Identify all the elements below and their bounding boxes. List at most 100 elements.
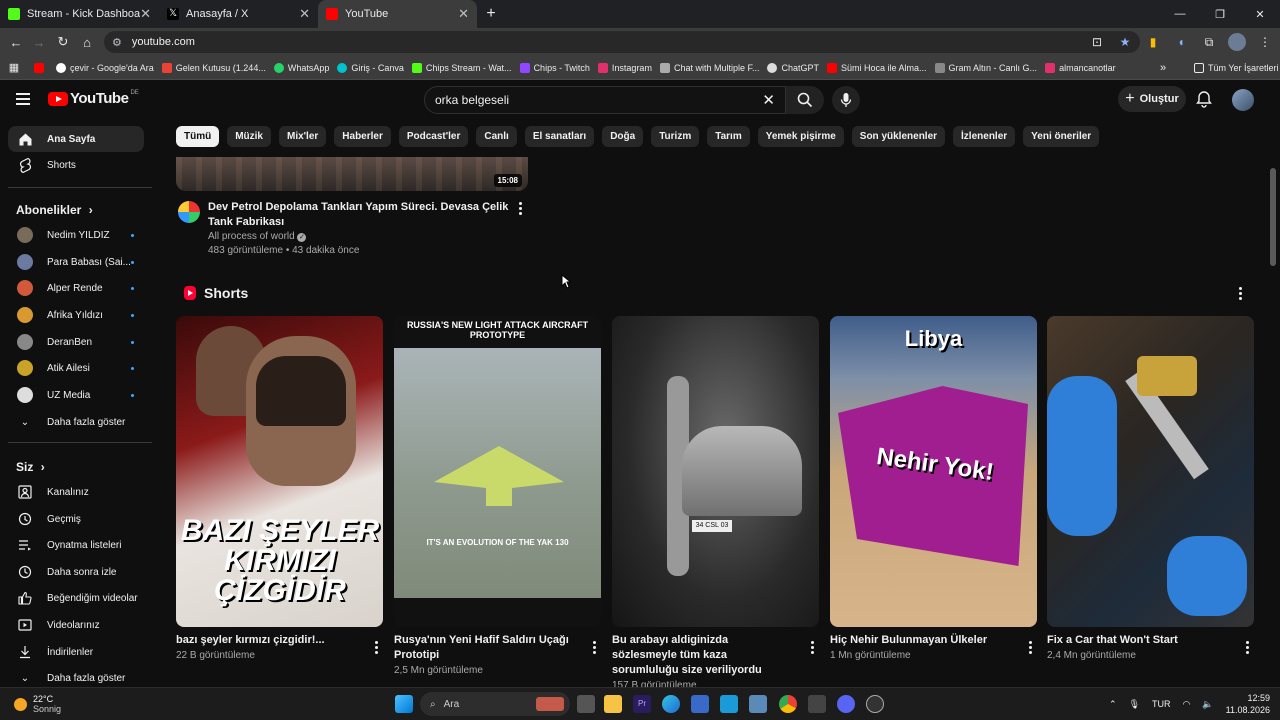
more-options-icon[interactable]	[1246, 641, 1250, 656]
short-thumbnail[interactable]: RUSSIA'S NEW LIGHT ATTACK AIRCRAFT PROTO…	[394, 316, 601, 627]
chip[interactable]: Canlı	[476, 126, 517, 147]
sidebar-item-home[interactable]: Ana Sayfa	[8, 126, 144, 152]
extension-icon[interactable]: ▮	[1144, 33, 1162, 51]
create-button[interactable]: + Oluştur	[1118, 86, 1186, 112]
sidebar-item-subscription[interactable]: Atik Ailesi	[8, 355, 144, 381]
tab-kick[interactable]: Stream - Kick Dashboard ✕	[0, 0, 159, 28]
chip[interactable]: Yemek pişirme	[757, 126, 844, 147]
premiere-icon[interactable]: Pr	[633, 695, 651, 713]
reload-icon[interactable]: ↻	[51, 28, 75, 56]
short-thumbnail[interactable]: 34 CSL 03	[612, 316, 819, 627]
apps-grid-icon[interactable]: ▦	[0, 61, 28, 74]
store-icon[interactable]	[691, 695, 709, 713]
taskbar-search[interactable]: ⌕ Ara	[420, 692, 570, 716]
sidebar-item-watch-later[interactable]: Daha sonra izle	[8, 559, 144, 585]
subscriptions-heading[interactable]: Abonelikler ›	[16, 203, 93, 217]
menu-icon[interactable]	[16, 93, 30, 108]
short-title[interactable]: Hiç Nehir Bulunmayan Ülkeler	[830, 633, 1010, 648]
bookmark-item[interactable]: Giriş - Canva	[337, 62, 404, 73]
new-tab-button[interactable]: +	[477, 0, 505, 28]
bookmark-star-icon[interactable]: ★	[1116, 33, 1134, 51]
sidebar-item-subscription[interactable]: UZ Media	[8, 382, 144, 408]
chip[interactable]: İzlenenler	[953, 126, 1016, 147]
more-bookmarks-icon[interactable]: »	[1160, 62, 1166, 74]
language-indicator[interactable]: TUR	[1152, 699, 1171, 709]
app-icon[interactable]	[808, 695, 826, 713]
short-card[interactable]: 34 CSL 03 Bu arabayı aldiginizda sözlesm…	[612, 316, 819, 691]
more-options-icon[interactable]	[811, 641, 815, 656]
windows-start-icon[interactable]	[395, 695, 413, 713]
more-options-icon[interactable]	[593, 641, 597, 656]
youtube-logo[interactable]: YouTube DE	[48, 90, 139, 107]
site-info-icon[interactable]: ⚙	[112, 36, 122, 49]
video-channel[interactable]: All process of world ✓	[208, 231, 307, 242]
more-options-icon[interactable]	[519, 202, 523, 217]
chip[interactable]: Yeni öneriler	[1023, 126, 1100, 147]
all-bookmarks[interactable]: Tüm Yer İşaretleri	[1194, 62, 1279, 73]
tab-x[interactable]: 𝕏 Anasayfa / X ✕	[159, 0, 318, 28]
app-icon[interactable]	[749, 695, 767, 713]
voice-search-button[interactable]	[832, 86, 860, 114]
wifi-icon[interactable]: ◠	[1183, 699, 1191, 710]
bookmark-item[interactable]: Gelen Kutusu (1.244...	[161, 62, 266, 73]
short-card[interactable]: Fix a Car that Won't Start 2,4 Mn görünt…	[1047, 316, 1254, 661]
short-title[interactable]: bazı şeyler kırmızı çizgidir!...	[176, 633, 356, 648]
more-options-icon[interactable]	[1029, 641, 1033, 656]
notifications-button[interactable]	[1196, 90, 1212, 113]
bookmark-item[interactable]: almancanotlar	[1045, 62, 1116, 73]
app-icon[interactable]	[866, 695, 884, 713]
back-icon[interactable]: ←	[4, 28, 28, 56]
chip[interactable]: Doğa	[602, 126, 644, 147]
browser-menu-icon[interactable]: ⋮	[1256, 33, 1274, 51]
app-icon[interactable]	[720, 695, 738, 713]
sidebar-item-shorts[interactable]: Shorts	[8, 152, 144, 178]
search-button[interactable]	[786, 86, 824, 114]
chip[interactable]: El sanatları	[524, 126, 595, 147]
tab-youtube[interactable]: YouTube ✕	[318, 0, 477, 28]
close-tab-icon[interactable]: ✕	[140, 6, 151, 22]
address-bar[interactable]: ⚙ youtube.com	[104, 31, 1140, 53]
chip[interactable]: Tarım	[707, 126, 750, 147]
sidebar-item-history[interactable]: Geçmiş	[8, 506, 144, 532]
short-title[interactable]: Rusya'nın Yeni Hafif Saldırı Uçağı Proto…	[394, 633, 574, 663]
you-heading[interactable]: Siz ›	[16, 460, 45, 474]
extensions-puzzle-icon[interactable]: ⧉	[1200, 33, 1218, 51]
short-title[interactable]: Fix a Car that Won't Start	[1047, 633, 1227, 648]
sidebar-item-playlists[interactable]: Oynatma listeleri	[8, 532, 144, 558]
bookmark-item[interactable]: WhatsApp	[273, 62, 329, 73]
microphone-icon[interactable]: 🎙	[1129, 699, 1140, 710]
bookmark-item[interactable]: ChatGPT	[767, 62, 819, 73]
clear-search-icon[interactable]: ✕	[762, 91, 775, 109]
sidebar-item-liked-videos[interactable]: Beğendiğim videolar	[8, 585, 144, 611]
close-window-icon[interactable]: ✕	[1240, 0, 1280, 28]
short-card[interactable]: Libya Nehir Yok! Hiç Nehir Bulunmayan Ül…	[830, 316, 1037, 661]
translate-icon[interactable]: ◖	[1172, 33, 1190, 51]
short-card[interactable]: BAZI ŞEYLER KIRMIZI ÇİZGİDİR bazı şeyler…	[176, 316, 383, 661]
chip[interactable]: Müzik	[227, 126, 271, 147]
bookmark-item[interactable]: Instagram	[597, 62, 652, 73]
chrome-icon[interactable]	[779, 695, 797, 713]
bookmark-item[interactable]: Chips - Twitch	[519, 62, 590, 73]
close-tab-icon[interactable]: ✕	[458, 6, 469, 22]
more-options-icon[interactable]	[375, 641, 379, 656]
sidebar-item-subscription[interactable]: DeranBen	[8, 329, 144, 355]
bookmark-item[interactable]: Gram Altın - Canlı G...	[934, 62, 1037, 73]
channel-avatar[interactable]	[178, 201, 200, 223]
close-tab-icon[interactable]: ✕	[299, 6, 310, 22]
video-thumbnail[interactable]: 15:08	[176, 157, 528, 191]
sidebar-item-downloads[interactable]: İndirilenler	[8, 639, 144, 665]
install-app-icon[interactable]: ⊡	[1088, 33, 1106, 51]
chip[interactable]: Son yüklenenler	[851, 126, 946, 147]
clock[interactable]: 12:59 11.08.2026	[1226, 692, 1270, 716]
forward-icon[interactable]: →	[27, 28, 51, 56]
more-options-icon[interactable]	[1239, 287, 1243, 302]
chip[interactable]: Turizm	[651, 126, 700, 147]
bookmark-item[interactable]: çevir - Google'da Ara	[56, 62, 154, 73]
chip-all[interactable]: Tümü	[176, 126, 220, 147]
short-thumbnail[interactable]: Libya Nehir Yok!	[830, 316, 1037, 627]
sidebar-show-more[interactable]: ⌄ Daha fazla göster	[8, 409, 144, 435]
bookmark-item[interactable]	[34, 62, 48, 73]
scrollbar-thumb[interactable]	[1270, 168, 1276, 266]
short-title[interactable]: Bu arabayı aldiginizda sözlesmeyle tüm k…	[612, 633, 792, 678]
sidebar-item-your-videos[interactable]: Videolarınız	[8, 612, 144, 638]
